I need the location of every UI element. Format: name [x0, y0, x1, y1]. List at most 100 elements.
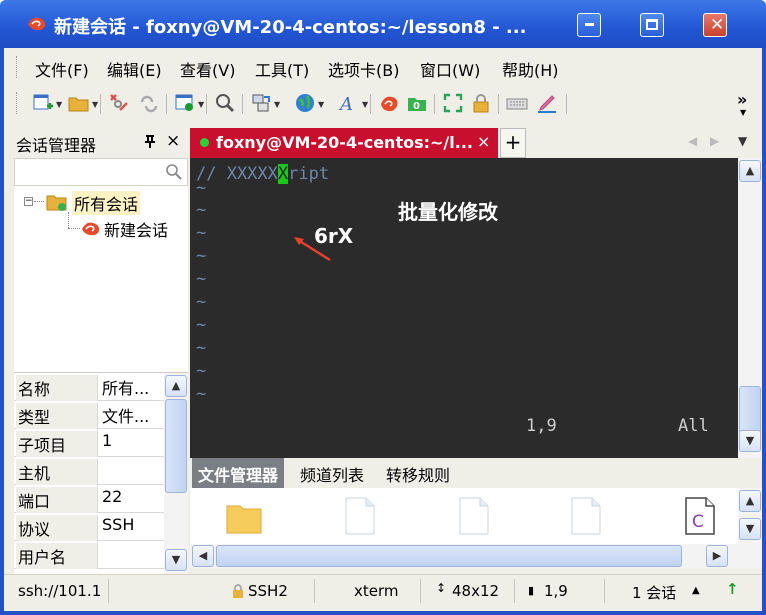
- property-row: 用户名: [14, 541, 164, 569]
- transfer-icon[interactable]: ▼: [250, 92, 280, 114]
- scroll-thumb[interactable]: [216, 545, 682, 567]
- keyboard-icon[interactable]: [506, 92, 528, 114]
- close-window-button[interactable]: ✕: [703, 13, 727, 37]
- tab-close-icon[interactable]: ×: [477, 132, 490, 151]
- session-dropdown-icon[interactable]: ▲: [692, 585, 700, 596]
- up-arrow-icon[interactable]: ↑: [726, 580, 739, 598]
- search-icon[interactable]: [165, 163, 183, 181]
- menu-help[interactable]: 帮助(H): [502, 57, 559, 81]
- file-list-horizontal-scrollbar[interactable]: ◀ ▶: [190, 544, 738, 568]
- maximize-button[interactable]: [640, 13, 664, 37]
- fullscreen-icon[interactable]: [442, 92, 464, 114]
- status-protocol: SSH2: [248, 582, 288, 600]
- xftp-icon[interactable]: 0: [406, 92, 428, 114]
- title-bar[interactable]: 新建会话 - foxny@VM-20-4-centos:~/lesson8 - …: [0, 0, 766, 48]
- scroll-down-icon[interactable]: ▼: [739, 430, 761, 452]
- connected-status-icon: [200, 138, 209, 147]
- tree-node-new-session[interactable]: 新建会话: [104, 217, 168, 241]
- new-session-icon[interactable]: ▼: [32, 92, 62, 114]
- tab-file-manager[interactable]: 文件管理器: [192, 458, 285, 488]
- client-area: 文件(F) 编辑(E) 查看(V) 工具(T) 选项卡(B) 窗口(W) 帮助(…: [4, 48, 762, 611]
- svg-text:C: C: [692, 512, 704, 532]
- property-value: SSH: [102, 515, 135, 534]
- lock-icon: [233, 584, 243, 598]
- file-icon[interactable]: [342, 496, 378, 536]
- tab-channel-list[interactable]: 频道列表: [300, 462, 364, 486]
- menu-edit[interactable]: 编辑(E): [107, 57, 162, 81]
- empty-line-marker: ~: [196, 223, 207, 243]
- empty-line-marker: ~: [196, 315, 207, 335]
- menu-grip[interactable]: [16, 56, 19, 78]
- properties-table: 名称 所有... 类型 文件... 子项目 1 主机 端口 22 协议 SSH: [14, 372, 188, 575]
- file-list: C: [190, 488, 738, 544]
- scroll-up-icon[interactable]: ▲: [165, 375, 187, 397]
- disconnect-icon[interactable]: [108, 92, 130, 114]
- minimize-button[interactable]: [577, 13, 601, 37]
- bottom-panel-tabs: 文件管理器 频道列表 转移规则: [190, 458, 762, 488]
- menu-window[interactable]: 窗口(W): [420, 57, 480, 81]
- file-icon[interactable]: [456, 496, 492, 536]
- property-key: 主机: [16, 459, 98, 485]
- tab-next-icon[interactable]: ▶: [710, 134, 719, 148]
- property-row: 类型 文件...: [14, 401, 164, 429]
- tab-active-session[interactable]: foxny@VM-20-4-centos:~/l... ×: [190, 128, 498, 158]
- status-terminal-size: 48x12: [452, 582, 500, 600]
- svg-text:A: A: [338, 94, 353, 114]
- menu-view[interactable]: 查看(V): [180, 57, 235, 81]
- add-tab-button[interactable]: +: [500, 128, 526, 158]
- property-key: 类型: [16, 403, 98, 429]
- properties-scrollbar[interactable]: ▲ ▼: [164, 373, 188, 575]
- c-source-file-icon[interactable]: C: [682, 496, 718, 536]
- scroll-down-icon[interactable]: ▼: [739, 518, 761, 540]
- scroll-left-icon[interactable]: ◀: [192, 545, 214, 567]
- font-icon[interactable]: A ▼: [338, 92, 368, 115]
- scroll-down-icon[interactable]: ▼: [165, 549, 187, 571]
- xshell-icon[interactable]: [378, 92, 400, 114]
- terminal-scrollbar[interactable]: ▲ ▼: [738, 158, 762, 504]
- close-panel-icon[interactable]: ×: [166, 131, 180, 151]
- lock-icon[interactable]: [470, 92, 492, 114]
- toolbar-overflow-icon[interactable]: »: [737, 90, 747, 109]
- property-value: 22: [102, 487, 123, 506]
- empty-line-marker: ~: [196, 246, 207, 266]
- scroll-thumb[interactable]: [739, 386, 761, 434]
- status-cursor-position: 1,9: [544, 582, 568, 600]
- tab-list-dropdown-icon[interactable]: ▼: [738, 134, 747, 148]
- toolbar-overflow-dropdown-icon[interactable]: ▼: [740, 108, 746, 117]
- pen-icon[interactable]: [536, 92, 558, 114]
- toolbar-grip[interactable]: [16, 92, 19, 114]
- tree-node-all-sessions[interactable]: 所有会话: [72, 191, 141, 215]
- menu-tabs[interactable]: 选项卡(B): [328, 57, 399, 81]
- vim-scroll-position: All: [678, 416, 709, 436]
- reconnect-icon[interactable]: [138, 92, 160, 114]
- menu-tools[interactable]: 工具(T): [255, 57, 309, 81]
- pin-icon[interactable]: [144, 134, 156, 152]
- session-tab-bar: foxny@VM-20-4-centos:~/l... × + ◀ ▶ ▼: [190, 128, 762, 158]
- scroll-up-icon[interactable]: ▲: [739, 160, 761, 182]
- property-key: 端口: [16, 487, 98, 513]
- open-folder-icon[interactable]: ▼: [68, 92, 98, 114]
- file-list-vertical-scrollbar[interactable]: ▲ ▼: [738, 488, 762, 568]
- menu-file[interactable]: 文件(F): [35, 57, 89, 81]
- scroll-right-icon[interactable]: ▶: [706, 545, 728, 567]
- cursor-position-icon: ▮: [528, 584, 535, 597]
- scroll-up-icon[interactable]: ▲: [739, 490, 761, 512]
- xshell-logo-icon: [28, 17, 46, 31]
- file-icon[interactable]: [568, 496, 604, 536]
- status-bar: ssh://101.1 SSH2 xterm ↕ 48x12 ▮ 1,9 1 会…: [4, 574, 762, 606]
- tab-prev-icon[interactable]: ◀: [688, 134, 697, 148]
- property-value: 1: [102, 431, 113, 450]
- tab-transfer-rules[interactable]: 转移规则: [386, 462, 450, 486]
- size-icon: ↕: [436, 581, 447, 595]
- property-value: 文件...: [102, 407, 150, 426]
- find-icon[interactable]: [214, 92, 236, 114]
- property-value: 所有...: [102, 379, 150, 398]
- session-icon: [82, 222, 100, 236]
- folder-icon[interactable]: [226, 496, 262, 536]
- globe-icon[interactable]: ▼: [294, 92, 324, 114]
- new-window-icon[interactable]: ▼: [174, 92, 204, 114]
- session-search-input[interactable]: [14, 158, 188, 186]
- scroll-thumb[interactable]: [165, 399, 187, 493]
- collapse-toggle-icon[interactable]: −: [24, 197, 33, 206]
- property-row: 协议 SSH: [14, 513, 164, 541]
